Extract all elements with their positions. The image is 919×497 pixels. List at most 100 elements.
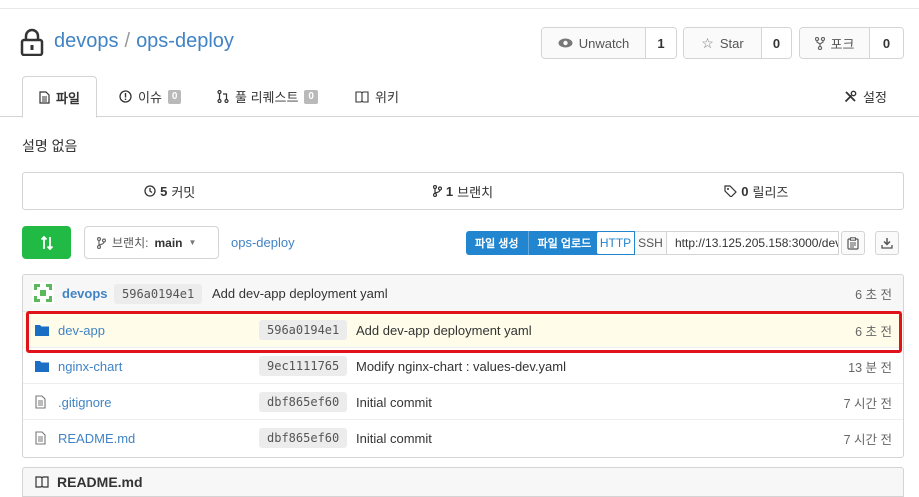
branch-dropdown[interactable]: 브랜치: main ▼ [84, 226, 219, 259]
pull-request-icon [217, 90, 229, 103]
fork-count[interactable]: 0 [870, 28, 903, 58]
file-commit-time: 6 초 전 [855, 324, 892, 339]
http-button[interactable]: HTTP [596, 231, 635, 255]
file-text-icon [35, 395, 46, 409]
commits-label: 커밋 [171, 184, 196, 200]
repo-link[interactable]: ops-deploy [136, 30, 234, 52]
tab-issues[interactable]: 이슈 0 [119, 76, 182, 117]
ssh-button[interactable]: SSH [635, 231, 667, 255]
branches-label: 브랜치 [457, 184, 494, 200]
star-label: Star [719, 35, 744, 51]
branch-icon [432, 185, 442, 197]
clipboard-icon [847, 236, 859, 250]
file-name[interactable]: dev-app [58, 312, 105, 348]
issue-icon [119, 90, 132, 103]
eye-icon [558, 38, 573, 48]
latest-commit-row: devops 596a0194e1 Add dev-app deployment… [23, 275, 903, 312]
caret-down-icon: ▼ [188, 238, 197, 247]
commits-stat[interactable]: 5 커밋 [23, 173, 316, 209]
file-commit-message[interactable]: Initial commit [356, 420, 432, 456]
file-commit-message[interactable]: Initial commit [356, 384, 432, 420]
repo-title: devops / ops-deploy [54, 30, 234, 53]
fork-icon [814, 36, 825, 50]
tab-settings-label: 설정 [863, 90, 887, 105]
commit-author[interactable]: devops [62, 275, 108, 312]
commit-time: 6 초 전 [855, 288, 892, 302]
branch-name: main [154, 235, 183, 250]
sha-cell: dbf865ef60 [259, 384, 348, 420]
upload-file-button[interactable]: 파일 업로드 [527, 231, 601, 255]
watch-button-group: Unwatch 1 [541, 27, 677, 59]
star-button[interactable]: ☆ Star [684, 28, 762, 58]
star-button-group: ☆ Star 0 [683, 27, 792, 59]
branches-count: 1 [445, 183, 454, 199]
book-icon [355, 90, 369, 103]
file-commit-message[interactable]: Add dev-app deployment yaml [356, 312, 532, 348]
sha-cell: 9ec1111765 [259, 348, 348, 384]
file-commit-time: 13 분 전 [848, 360, 892, 375]
readme-title: README.md [57, 474, 143, 490]
file-name[interactable]: nginx-chart [58, 348, 122, 384]
file-commit-message[interactable]: Modify nginx-chart : values-dev.yaml [356, 348, 566, 384]
fork-button-group: 포크 0 [799, 27, 904, 59]
readme-header: README.md [22, 467, 904, 497]
new-file-button[interactable]: 파일 생성 [466, 231, 528, 255]
file-name[interactable]: README.md [58, 420, 135, 456]
file-commit-sha[interactable]: dbf865ef60 [259, 392, 348, 412]
unwatch-button[interactable]: Unwatch [542, 28, 646, 58]
star-icon: ☆ [701, 34, 714, 51]
fork-button[interactable]: 포크 [800, 28, 870, 58]
releases-count: 0 [741, 183, 749, 199]
compare-button[interactable] [22, 226, 71, 259]
clone-url-input[interactable]: http://13.125.205.158:3000/devops/ops-de… [667, 231, 839, 255]
tab-wiki[interactable]: 위키 [355, 76, 399, 117]
branch-prefix: 브랜치: [112, 236, 149, 250]
tab-pull-requests[interactable]: 풀 리퀘스트 0 [217, 76, 318, 117]
fork-label: 포크 [830, 36, 855, 52]
file-icon [39, 90, 50, 104]
branch-icon [97, 236, 106, 249]
releases-label: 릴리즈 [752, 184, 789, 200]
tab-issues-label: 이슈 [138, 90, 162, 105]
file-commit-time: 7 시간 전 [843, 396, 892, 411]
commit-message[interactable]: Add dev-app deployment yaml [212, 275, 388, 312]
avatar[interactable] [32, 282, 54, 304]
commit-sha[interactable]: 596a0194e1 [114, 283, 203, 304]
commits-count: 5 [160, 183, 168, 199]
tools-icon [844, 90, 857, 103]
file-table: devops 596a0194e1 Add dev-app deployment… [22, 274, 904, 458]
repo-tabs: 파일 이슈 0 풀 리퀘스트 0 위키 설정 [0, 76, 919, 118]
sha-cell: 596a0194e1 [259, 312, 348, 348]
folder-icon [35, 325, 49, 336]
star-count[interactable]: 0 [762, 28, 791, 58]
book-icon [35, 476, 49, 488]
path-separator: / [124, 30, 131, 52]
table-row[interactable]: .gitignore dbf865ef60 Initial commit 7 시… [23, 384, 903, 420]
branches-stat[interactable]: 1 브랜치 [316, 173, 609, 209]
unwatch-label: Unwatch [578, 35, 630, 51]
sha-cell: dbf865ef60 [259, 420, 348, 456]
copy-url-button[interactable] [841, 231, 865, 255]
tab-files-label: 파일 [56, 90, 80, 106]
tab-files[interactable]: 파일 [22, 76, 97, 118]
owner-link[interactable]: devops [54, 30, 119, 52]
file-commit-sha[interactable]: dbf865ef60 [259, 428, 348, 448]
watch-count[interactable]: 1 [646, 28, 676, 58]
issues-count-badge: 0 [167, 89, 182, 104]
path-breadcrumb[interactable]: ops-deploy [231, 235, 295, 250]
pulls-count-badge: 0 [304, 89, 318, 104]
table-row[interactable]: nginx-chart 9ec1111765 Modify nginx-char… [23, 348, 903, 384]
file-name[interactable]: .gitignore [58, 384, 111, 420]
file-commit-time: 7 시간 전 [843, 432, 892, 447]
tab-wiki-label: 위키 [375, 90, 399, 105]
history-icon [144, 185, 156, 197]
releases-stat[interactable]: 0 릴리즈 [610, 173, 903, 209]
repo-stats-bar: 5 커밋 1 브랜치 0 릴리즈 [22, 172, 904, 210]
table-row[interactable]: README.md dbf865ef60 Initial commit 7 시간… [23, 420, 903, 456]
download-button[interactable] [875, 231, 899, 255]
file-commit-sha[interactable]: 596a0194e1 [259, 320, 348, 340]
file-commit-sha[interactable]: 9ec1111765 [259, 356, 348, 376]
compare-icon [40, 235, 53, 250]
tab-settings[interactable]: 설정 [844, 76, 887, 117]
table-row[interactable]: dev-app 596a0194e1 Add dev-app deploymen… [23, 312, 903, 348]
